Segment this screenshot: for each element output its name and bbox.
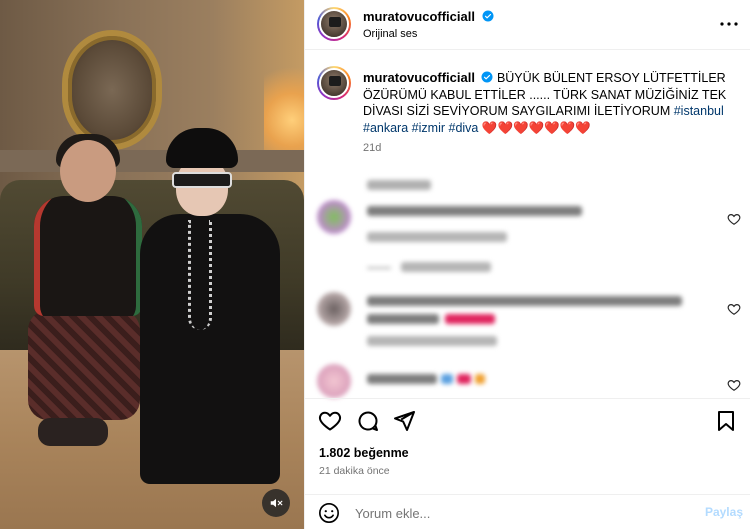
hashtag-istanbul[interactable]: #istanbul xyxy=(674,104,724,118)
caption-username[interactable]: muratovucofficiall xyxy=(363,70,475,85)
likes-count[interactable]: 1.802 beğenme xyxy=(319,446,409,460)
comment-form: Paylaş xyxy=(305,494,750,529)
more-options-button[interactable] xyxy=(719,14,739,34)
post-comment-button[interactable]: Paylaş xyxy=(705,505,743,519)
media-person-right xyxy=(140,128,280,488)
save-button[interactable] xyxy=(714,409,738,433)
heart-icon xyxy=(318,411,342,431)
post-media-video[interactable] xyxy=(0,0,304,529)
like-button[interactable] xyxy=(318,409,342,433)
heart-icon[interactable] xyxy=(727,212,741,226)
author-username[interactable]: muratovucofficiall xyxy=(363,9,475,24)
author-avatar[interactable] xyxy=(317,7,351,41)
smiley-icon xyxy=(319,503,339,523)
hashtag-izmir[interactable]: #izmir xyxy=(412,121,445,135)
heart-icon[interactable] xyxy=(727,378,741,392)
bookmark-icon xyxy=(718,411,734,431)
post-timestamp[interactable]: 21 dakika önce xyxy=(319,465,390,477)
media-person-left xyxy=(28,134,148,460)
comment-bubble-icon xyxy=(358,411,378,431)
hashtag-diva[interactable]: #diva xyxy=(449,121,479,135)
post-header: muratovucofficiall Orijinal ses xyxy=(305,0,750,50)
muted-speaker-icon xyxy=(270,498,283,508)
audio-label[interactable]: Orijinal ses xyxy=(363,28,417,40)
post-side-panel: muratovucofficiall Orijinal ses muratovu… xyxy=(304,0,750,529)
hashtag-ankara[interactable]: #ankara xyxy=(363,121,408,135)
paper-plane-icon xyxy=(394,411,415,431)
post-actions-bar xyxy=(305,398,750,442)
verified-badge-icon xyxy=(481,71,493,83)
verified-badge-icon xyxy=(482,10,494,22)
comment-input[interactable] xyxy=(355,503,685,523)
commenter-avatar[interactable] xyxy=(317,292,351,326)
caption-age: 21d xyxy=(363,142,382,154)
heart-icon[interactable] xyxy=(727,302,741,316)
caption-author-avatar[interactable] xyxy=(317,66,351,100)
share-button[interactable] xyxy=(392,409,416,433)
more-options-icon xyxy=(720,22,738,26)
author-row: muratovucofficiall xyxy=(363,9,494,24)
emoji-button[interactable] xyxy=(318,502,340,524)
comment-button[interactable] xyxy=(356,409,380,433)
mute-button[interactable] xyxy=(262,489,290,517)
commenter-avatar[interactable] xyxy=(317,364,351,398)
caption-text-block: muratovucofficiall BÜYÜK BÜLENT ERSOY LÜ… xyxy=(363,70,733,136)
caption-heart-emojis: ❤️❤️❤️❤️❤️❤️❤️ xyxy=(481,120,591,135)
commenter-avatar[interactable] xyxy=(317,200,351,234)
